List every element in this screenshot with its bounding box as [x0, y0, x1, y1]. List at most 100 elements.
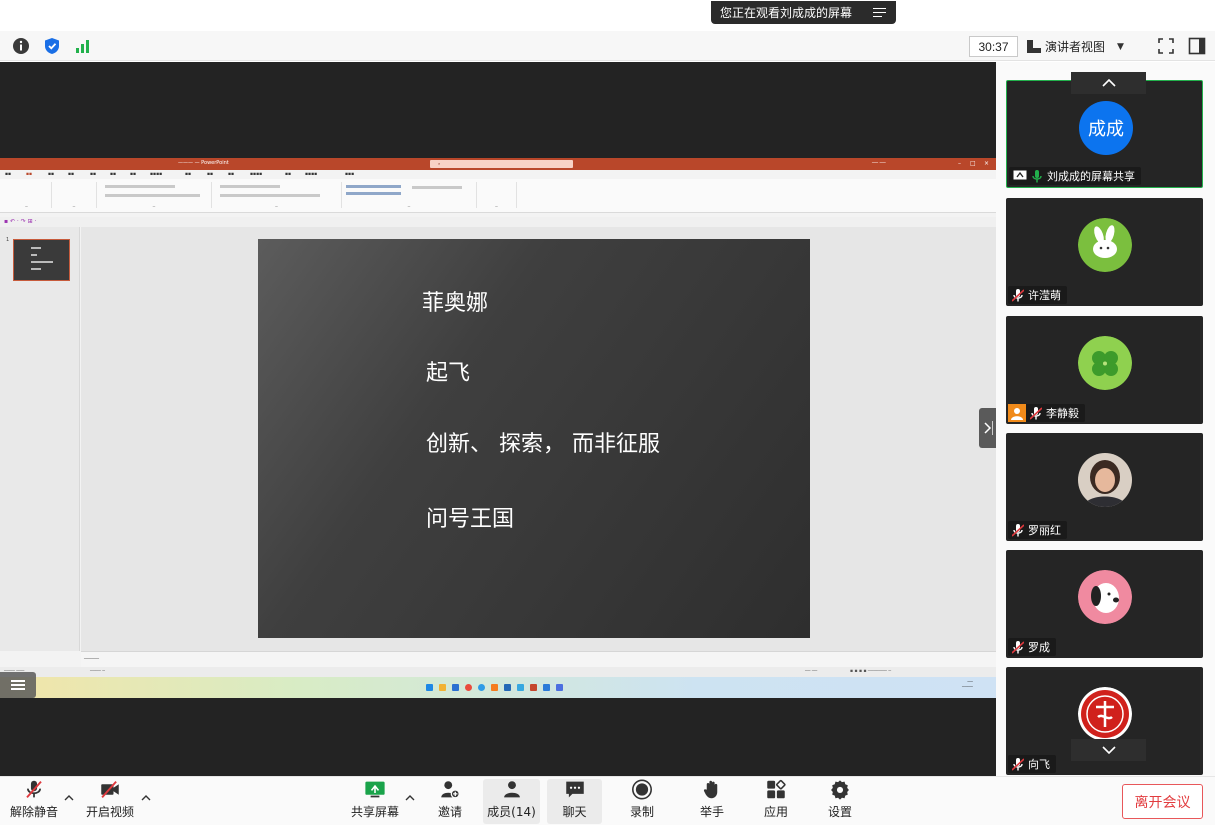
invite-button[interactable]: 邀请 — [428, 779, 472, 824]
security-shield-icon[interactable] — [43, 37, 61, 55]
slide-thumbnail — [13, 239, 70, 281]
layout-icon — [1027, 40, 1041, 53]
participant-tile[interactable]: 许滢萌 — [1006, 198, 1203, 306]
banner-label: 您正在观看刘成成的屏幕 — [720, 6, 853, 20]
start-video-button[interactable]: 开启视频 — [84, 779, 136, 824]
avatar: 成成 — [1079, 101, 1133, 155]
members-label: 成员(14) — [487, 805, 536, 819]
ppt-doc-title: ——— — PowerPoint — [178, 160, 229, 166]
ppt-status-bar: ──── ─────── ─── ──▪ ▪ ▪ ▪ ─────── ─ — [0, 667, 996, 677]
participant-name: 向飞 — [1028, 758, 1050, 771]
ppt-menu-bar: ▪▪ ▪▪ ▪▪ ▪▪ ▪▪ ▪▪ ▪▪ ▪▪▪▪ ▪▪ ▪▪ ▪▪ ▪▪▪▪ ▪▪ ▪▪▪▪ ▪▪▪ — [0, 170, 996, 179]
ppt-notes-pane: ───── — [81, 651, 996, 667]
chat-icon — [565, 781, 584, 798]
audio-options-chevron-icon[interactable] — [64, 794, 74, 802]
apps-label: 应用 — [763, 805, 788, 819]
chevron-down-icon: ▼ — [1117, 41, 1124, 52]
chat-button[interactable]: 聊天 — [547, 779, 602, 824]
participant-name-tag: 向飞 — [1008, 755, 1056, 773]
mic-muted-icon — [1012, 523, 1024, 537]
gear-icon — [831, 780, 849, 800]
raise-hand-icon — [703, 780, 718, 799]
bunny-avatar — [1078, 218, 1132, 272]
share-screen-label: 共享屏幕 — [350, 805, 399, 819]
view-mode-dropdown[interactable]: 演讲者视图 ▼ — [1027, 36, 1124, 57]
participant-tile[interactable]: 李静毅 — [1006, 316, 1203, 424]
ppt-title-bar: ——— — PowerPoint ⌕ ── ── – □ × — [0, 158, 996, 170]
settings-label: 设置 — [827, 805, 852, 819]
chevron-up-icon — [1101, 79, 1116, 87]
red-seal-avatar — [1078, 687, 1132, 741]
apps-button[interactable]: 应用 — [754, 779, 798, 824]
slide-line-2: 起飞 — [426, 361, 471, 386]
participant-name: 罗成 — [1028, 641, 1050, 654]
mic-muted-icon — [1012, 757, 1024, 771]
participant-video-panel: 成成 刘成成的屏幕共享 许滢萌 李静毅 罗丽红 罗成 向飞 — [996, 62, 1215, 776]
snoopy-avatar — [1078, 570, 1132, 624]
start-video-label: 开启视频 — [85, 805, 134, 819]
info-icon[interactable] — [12, 37, 30, 55]
fullscreen-icon[interactable] — [1157, 37, 1175, 55]
chat-label: 聊天 — [562, 805, 587, 819]
record-icon — [632, 779, 652, 800]
presentation-slide: 菲奥娜 起飞 创新、 探索， 而非征服 问号王国 — [258, 239, 810, 638]
meeting-top-bar: 30:37 演讲者视图 ▼ — [0, 31, 1215, 61]
ppt-user: ── ── — [872, 160, 886, 166]
meeting-timer: 30:37 — [969, 36, 1018, 57]
scroll-down-button[interactable] — [1071, 739, 1146, 761]
panel-collapse-handle[interactable] — [979, 408, 997, 448]
mic-muted-icon — [26, 780, 42, 799]
clover-avatar — [1078, 336, 1132, 390]
participant-tile[interactable]: 罗成 — [1006, 550, 1203, 658]
ppt-search-box: ⌕ — [430, 160, 573, 168]
host-badge-icon — [1008, 404, 1026, 422]
participant-name-tag: 许滢萌 — [1008, 286, 1067, 304]
invite-label: 邀请 — [437, 805, 462, 819]
meeting-toolbar: 解除静音 开启视频 共享屏幕 邀请 成员(14) 聊天 录制 举手 应用 设置 … — [0, 776, 1215, 825]
participant-name-tag: 罗成 — [1008, 638, 1056, 656]
raise-hand-button[interactable]: 举手 — [690, 779, 734, 824]
unmute-label: 解除静音 — [9, 805, 58, 819]
apps-icon — [767, 779, 786, 799]
network-signal-icon[interactable] — [74, 37, 92, 55]
ppt-slide-thumbnails: 1 — [0, 227, 80, 651]
windows-taskbar: ── ──── — [0, 677, 996, 698]
avatar-initials: 成成 — [1079, 101, 1133, 155]
participant-name-tag: 李静毅 — [1008, 404, 1085, 422]
settings-button[interactable]: 设置 — [818, 779, 862, 824]
ppt-quick-access: ▪ ↶ · ↷ ⊞ · — [0, 217, 996, 227]
slide-line-1: 菲奥娜 — [422, 291, 489, 316]
video-options-chevron-icon[interactable] — [141, 794, 151, 802]
share-options-chevron-icon[interactable] — [405, 794, 415, 802]
slide-line-4: 问号王国 — [426, 507, 515, 532]
annotation-menu-icon[interactable] — [0, 672, 36, 698]
participant-tile[interactable]: 成成 刘成成的屏幕共享 — [1006, 80, 1203, 188]
participant-name-tag: 刘成成的屏幕共享 — [1009, 167, 1141, 185]
participant-name: 李静毅 — [1046, 407, 1079, 420]
chevron-down-icon — [1101, 746, 1116, 754]
scroll-up-button[interactable] — [1071, 72, 1146, 94]
sidebar-toggle-icon[interactable] — [1188, 37, 1206, 55]
record-button[interactable]: 录制 — [620, 779, 664, 824]
shared-screen-stage: ——— — PowerPoint ⌕ ── ── – □ × ▪▪ ▪▪ ▪▪ ▪▪ ▪… — [0, 62, 996, 776]
mic-muted-icon — [1012, 640, 1024, 654]
share-screen-icon — [365, 781, 385, 798]
participant-tile[interactable]: 罗丽红 — [1006, 433, 1203, 541]
participant-name: 罗丽红 — [1028, 524, 1061, 537]
leave-meeting-button[interactable]: 离开会议 — [1122, 784, 1203, 819]
taskbar-clock: ── ──── — [962, 680, 973, 690]
raise-hand-label: 举手 — [699, 805, 724, 819]
participant-name-tag: 罗丽红 — [1008, 521, 1067, 539]
video-off-icon — [101, 780, 119, 799]
members-button[interactable]: 成员(14) — [483, 779, 540, 824]
screen-share-icon — [1013, 170, 1027, 180]
share-screen-button[interactable]: 共享屏幕 — [349, 779, 401, 824]
record-label: 录制 — [629, 805, 654, 819]
mic-muted-icon — [1012, 288, 1024, 302]
photo-avatar — [1078, 453, 1132, 507]
banner-menu-icon[interactable] — [873, 7, 886, 18]
thumbnail-number: 1 — [6, 237, 10, 243]
chevron-right-icon — [984, 421, 993, 435]
mic-on-icon — [1032, 169, 1042, 182]
unmute-button[interactable]: 解除静音 — [8, 779, 60, 824]
